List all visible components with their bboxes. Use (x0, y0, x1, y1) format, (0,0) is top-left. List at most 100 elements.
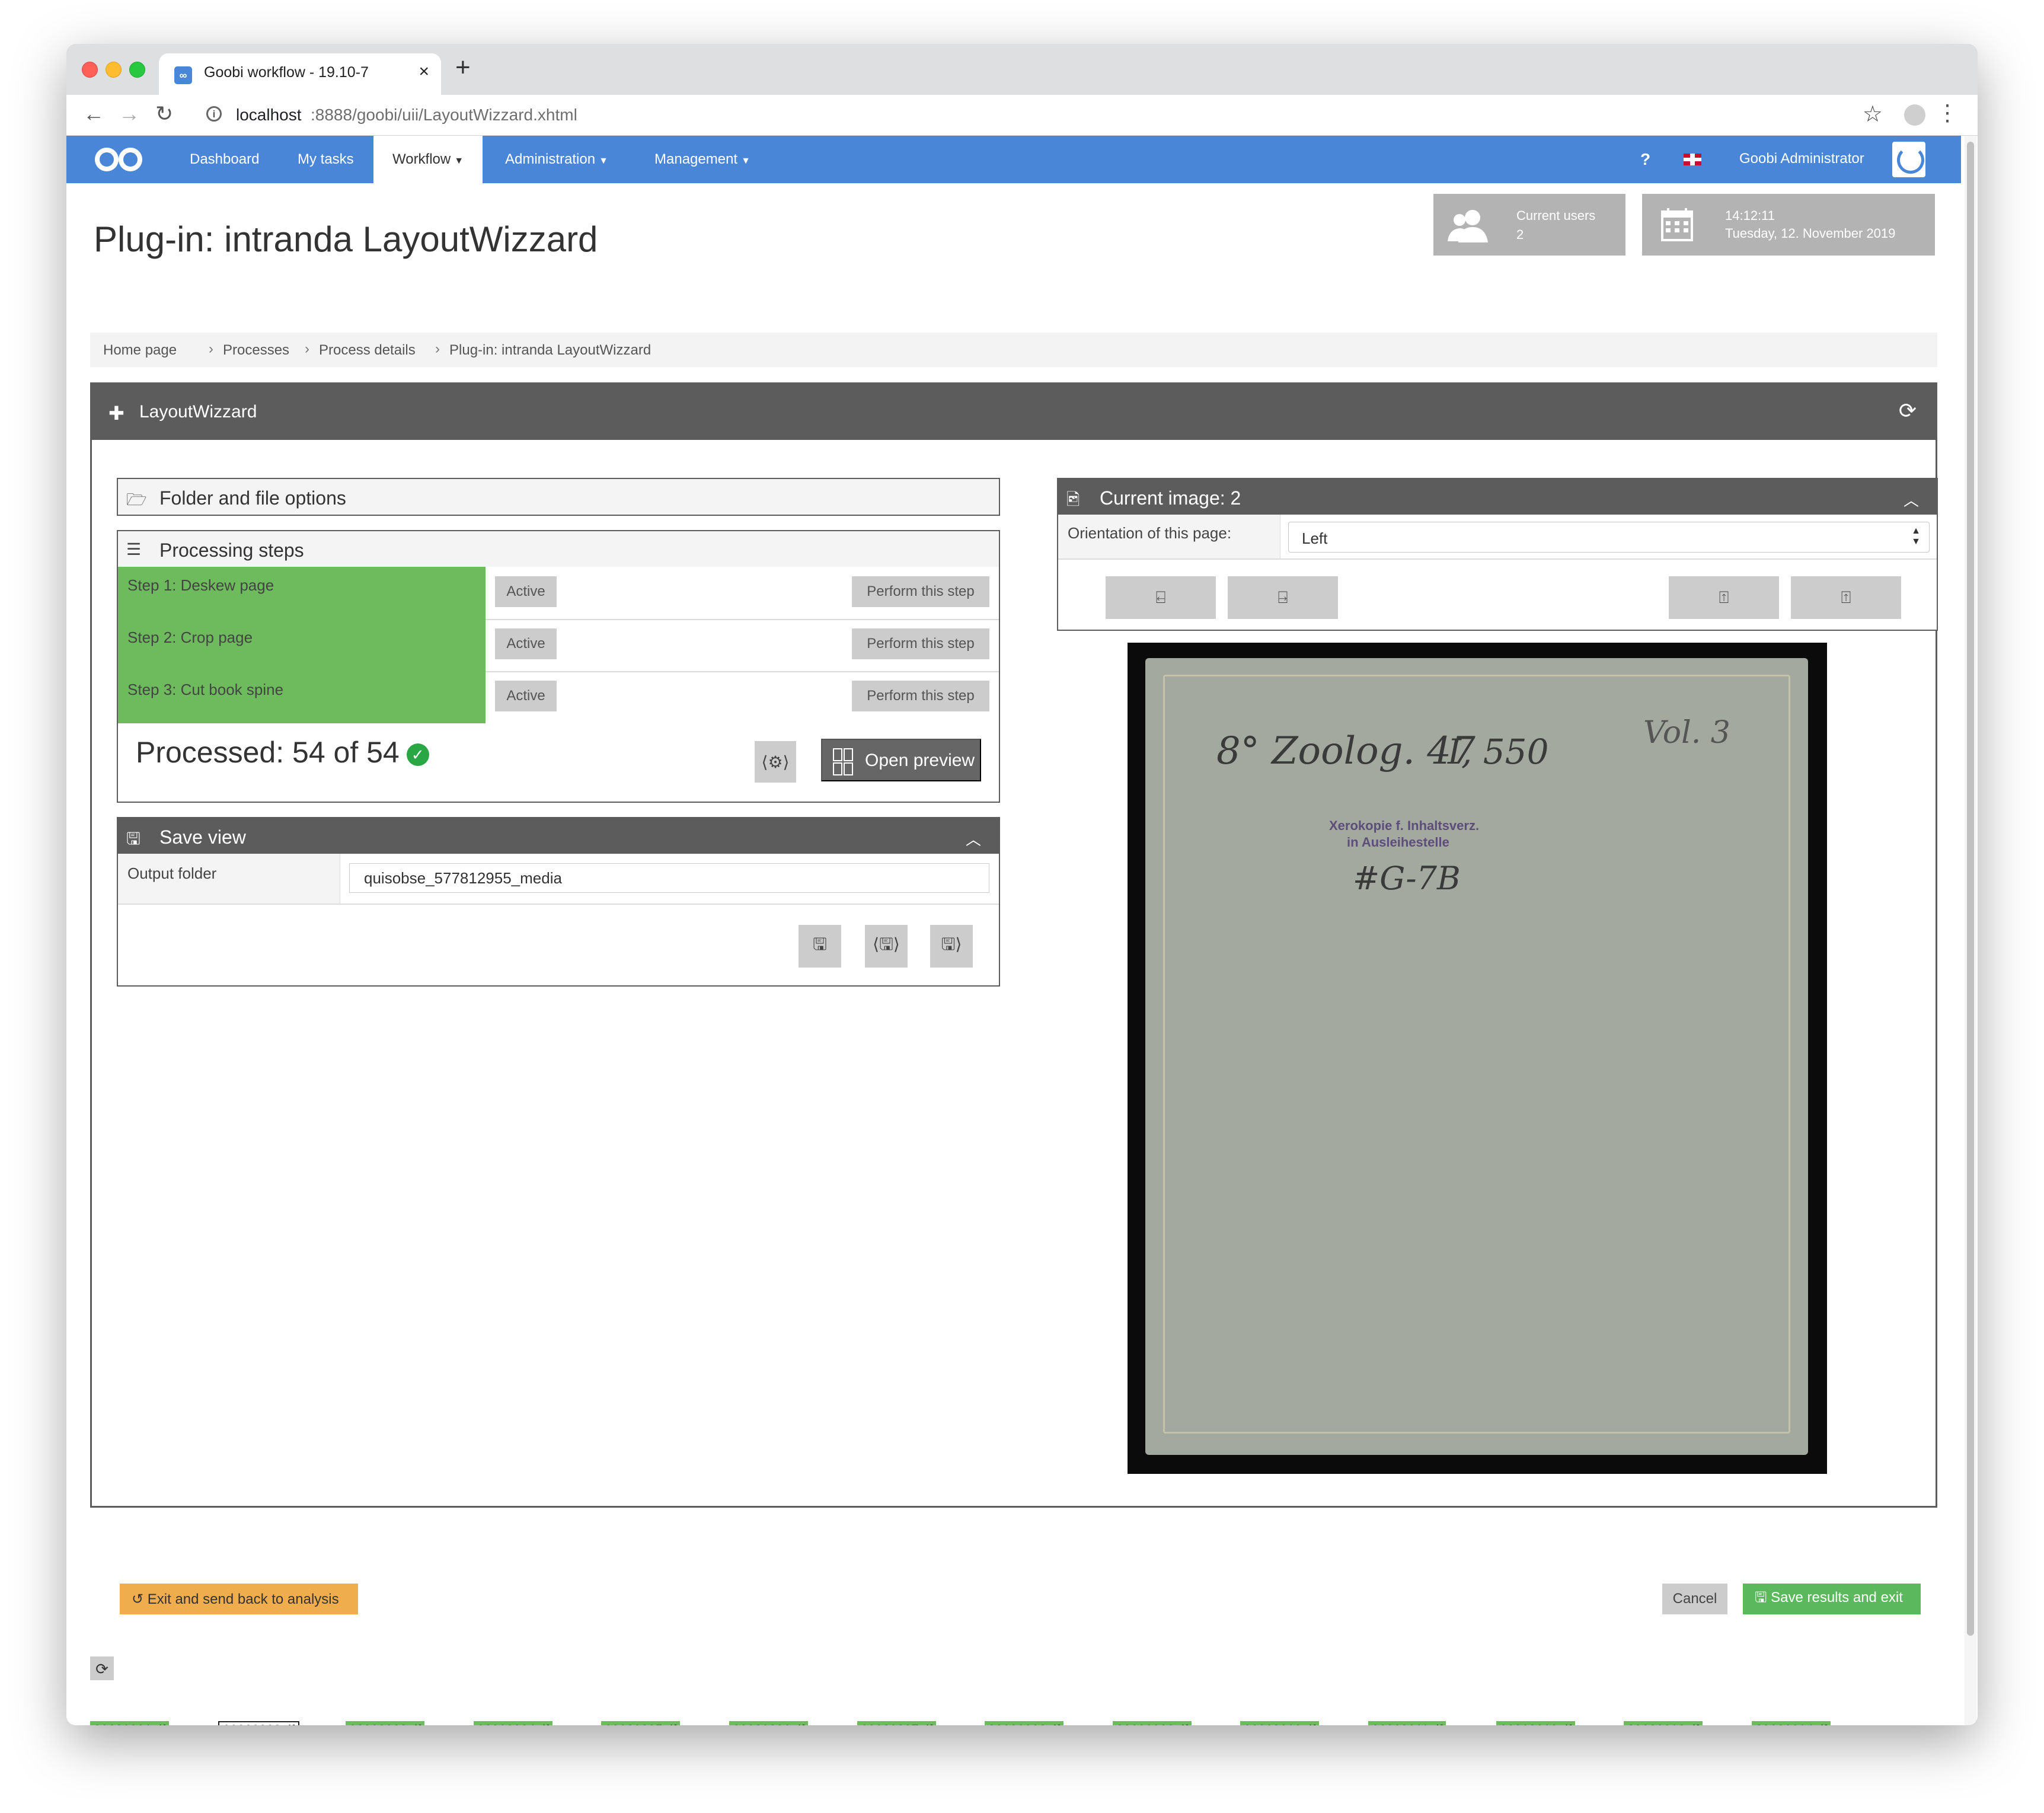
browser-tab[interactable]: ∞ Goobi workflow - 19.10-7 × (159, 53, 441, 95)
new-tab-icon[interactable]: + (455, 55, 471, 81)
step-3-status-button[interactable]: Active (495, 681, 557, 711)
file-tag[interactable]: 00000008.tif (985, 1721, 1064, 1725)
file-tag[interactable]: 00000004.tif (474, 1721, 553, 1725)
folder-options-header[interactable]: 🗁 Folder and file options (118, 479, 999, 515)
maximize-window-button[interactable] (129, 62, 145, 78)
goobi-logo-icon[interactable] (92, 144, 146, 175)
paper-surface: 8° Zoolog. 47 I, 550 Vol. 3 Xerokopie f.… (1145, 658, 1808, 1455)
current-image-title: Current image: 2 (1100, 487, 1241, 509)
nav-management-label: Management (654, 151, 738, 167)
check-circle-icon: ✓ (406, 743, 429, 766)
processing-steps-header: ☰ Processing steps (118, 531, 999, 567)
output-folder-input[interactable] (349, 863, 989, 893)
save-view-header[interactable]: 🖫 Save view ︿ (118, 818, 999, 854)
file-tag[interactable]: 00000007.tif (857, 1721, 937, 1725)
exit-send-back-button[interactable]: ↺ Exit and send back to analysis (120, 1584, 358, 1614)
refresh-files-button[interactable]: ⟳ (90, 1656, 114, 1680)
orientation-select[interactable]: Left ▲ ▼ (1288, 522, 1930, 553)
inscription-number: I, 550 (1448, 732, 1549, 772)
profile-avatar-icon[interactable] (1904, 104, 1925, 126)
file-tag[interactable]: 00000006.tif (729, 1721, 809, 1725)
file-tag[interactable]: 00000002.tif (218, 1721, 300, 1725)
folder-options-title: Folder and file options (159, 487, 346, 509)
nav-user-name[interactable]: Goobi Administrator (1739, 151, 1864, 167)
file-tag[interactable]: 00000011.tif (1368, 1721, 1446, 1725)
open-preview-button[interactable]: Open preview (821, 739, 981, 781)
step-1-perform-button[interactable]: Perform this step (852, 576, 989, 607)
breadcrumb-processes[interactable]: Processes (223, 342, 289, 359)
save-all-icon: ⟨🖫⟩ (873, 935, 900, 953)
file-tag[interactable]: 00000010.tif (1240, 1721, 1320, 1725)
processing-steps-title: Processing steps (159, 540, 304, 561)
undo-icon: ↺ (132, 1591, 144, 1607)
flip-up-left-button[interactable]: ⍐ (1669, 576, 1779, 619)
step-2-perform-button[interactable]: Perform this step (852, 628, 989, 659)
save-all-button[interactable]: ⟨🖫⟩ (865, 925, 908, 968)
user-avatar-icon[interactable] (1892, 142, 1925, 177)
url-path[interactable]: :8888/goobi/uii/LayoutWizzard.xhtml (311, 106, 577, 125)
save-image-button[interactable]: 🖫 (799, 925, 841, 968)
nav-my-tasks[interactable]: My tasks (298, 151, 354, 168)
rotate-right-button[interactable]: ⍈ (1228, 576, 1338, 619)
save-next-button[interactable]: 🖫⟩ (930, 925, 973, 968)
tab-title: Goobi workflow - 19.10-7 (204, 64, 369, 81)
file-tag[interactable]: 00000005.tif (601, 1721, 681, 1725)
processed-text: Processed: 54 of 54 (136, 736, 400, 769)
breadcrumb-process-details[interactable]: Process details (319, 342, 416, 359)
refresh-icon[interactable]: ⟳ (1899, 398, 1917, 423)
tab-close-icon[interactable]: × (419, 62, 429, 82)
uk-flag-icon[interactable] (1684, 154, 1701, 165)
reload-icon[interactable]: ↻ (155, 102, 173, 126)
step-row: Step 2: Crop page Active Perform this st… (118, 619, 999, 672)
file-tag[interactable]: 00000001.tif (90, 1721, 170, 1725)
file-tag[interactable]: 00000012.tif (1496, 1721, 1576, 1725)
divider (118, 904, 999, 905)
bookmark-star-icon[interactable]: ☆ (1863, 101, 1883, 127)
save-results-exit-button[interactable]: 🖫 Save results and exit (1743, 1584, 1921, 1614)
save-next-icon: 🖫⟩ (941, 935, 962, 953)
chevron-up-icon[interactable]: ︿ (966, 828, 981, 850)
nav-management[interactable]: Management ▼ (654, 151, 750, 168)
scrollbar-thumb[interactable] (1967, 142, 1974, 1636)
site-info-icon[interactable]: i (206, 106, 222, 122)
nav-administration[interactable]: Administration ▼ (505, 151, 608, 168)
rotate-left-button[interactable]: ⍇ (1106, 576, 1216, 619)
file-tag[interactable]: 00000009.tif (1113, 1721, 1192, 1725)
step-1-label: Step 1: Deskew page (127, 576, 274, 594)
browser-tabbar: ∞ Goobi workflow - 19.10-7 × + (66, 44, 1978, 95)
breadcrumb-chevron-icon: › (435, 341, 440, 357)
file-tag[interactable]: 00000013.tif (1624, 1721, 1703, 1725)
url-host[interactable]: localhost (236, 106, 302, 125)
list-icon: ☰ (126, 540, 142, 558)
stamp-line-2: in Ausleihestelle (1347, 835, 1449, 850)
process-all-button[interactable]: ⟨⚙⟩ (755, 741, 796, 783)
processed-status: Processed: 54 of 54 ✓ (136, 735, 429, 770)
step-1-status-button[interactable]: Active (495, 576, 557, 607)
cancel-button[interactable]: Cancel (1662, 1584, 1727, 1614)
folder-options-panel[interactable]: 🗁 Folder and file options (117, 478, 1000, 516)
caret-down-icon: ▼ (454, 156, 464, 166)
nav-dashboard[interactable]: Dashboard (190, 151, 259, 168)
scanned-page-image[interactable]: 8° Zoolog. 47 I, 550 Vol. 3 Xerokopie f.… (1128, 643, 1827, 1474)
back-arrow-icon[interactable]: ← (83, 102, 104, 126)
browser-menu-icon[interactable]: ⋮ (1936, 100, 1959, 126)
close-window-button[interactable] (82, 62, 98, 78)
step-3-perform-button[interactable]: Perform this step (852, 681, 989, 711)
breadcrumb-home[interactable]: Home page (103, 342, 177, 359)
page-scrollbar[interactable] (1965, 136, 1976, 1725)
current-image-header[interactable]: 🖻 Current image: 2 ︿ (1058, 479, 1937, 515)
browser-window: ∞ Goobi workflow - 19.10-7 × + ← → ↻ i l… (66, 44, 1978, 1725)
file-tag[interactable]: 00000003.tif (346, 1721, 425, 1725)
file-tag[interactable]: 00000014.tif (1752, 1721, 1831, 1725)
step-2-status-button[interactable]: Active (495, 628, 557, 659)
forward-arrow-icon[interactable]: → (119, 102, 140, 126)
flip-up-right-button[interactable]: ⍐ (1791, 576, 1901, 619)
breadcrumb: Home page › Processes › Process details … (90, 333, 1937, 367)
minimize-window-button[interactable] (106, 62, 122, 78)
step-row: Step 3: Cut book spine Active Perform th… (118, 671, 999, 723)
step-label: Step 2: Crop page (118, 619, 486, 671)
nav-workflow[interactable]: Workflow ▼ (373, 136, 483, 183)
chevron-up-icon[interactable]: ︿ (1904, 489, 1919, 510)
help-icon[interactable]: ? (1640, 150, 1650, 169)
caret-down-icon: ▼ (599, 156, 608, 166)
